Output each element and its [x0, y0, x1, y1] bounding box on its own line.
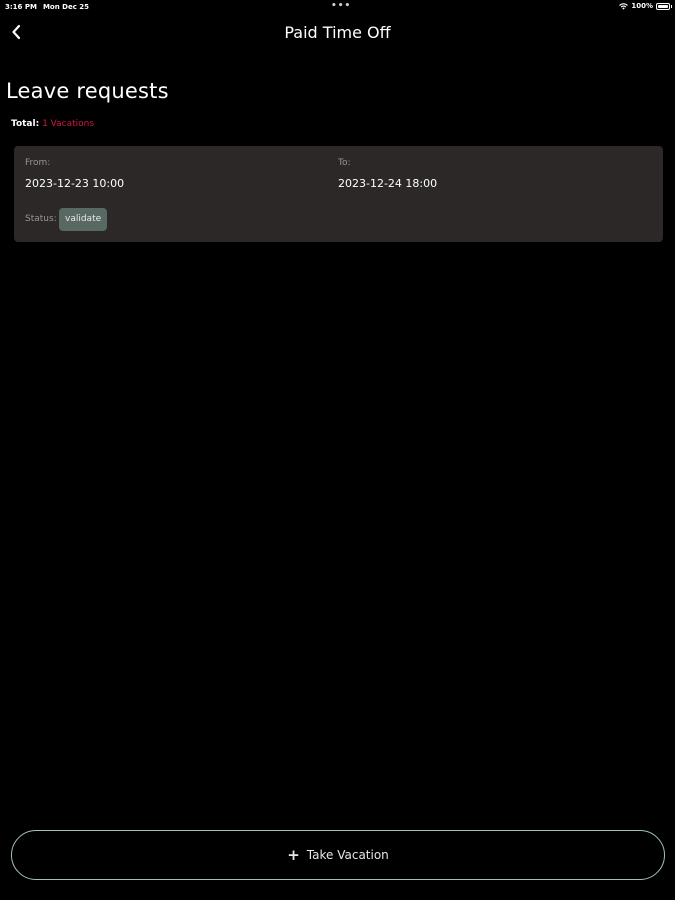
battery-percent: 100% — [631, 2, 653, 10]
total-label: Total: — [11, 119, 40, 129]
take-vacation-label: Take Vacation — [306, 848, 389, 862]
plus-icon: + — [287, 845, 300, 864]
nav-bar: Paid Time Off — [0, 14, 675, 52]
page-title: Leave requests — [6, 79, 169, 103]
status-badge: validate — [59, 208, 108, 231]
status-bar: 3:16 PM Mon Dec 25 ••• 100% — [0, 0, 675, 14]
wifi-icon — [619, 2, 629, 10]
to-label: To: — [338, 158, 351, 168]
from-label: From: — [25, 158, 51, 168]
to-value: 2023-12-24 18:00 — [338, 177, 438, 190]
multitasking-dots[interactable]: ••• — [331, 1, 351, 11]
total-value: 1 Vacations — [42, 119, 95, 129]
battery-icon — [656, 2, 672, 10]
total-line: Total: 1 Vacations — [11, 119, 94, 129]
leave-request-card[interactable]: From: 2023-12-23 10:00 To: 2023-12-24 18… — [14, 146, 663, 242]
status-date: Mon Dec 25 — [42, 3, 90, 11]
nav-title: Paid Time Off — [284, 23, 391, 42]
status-right: 100% — [619, 2, 672, 10]
status-left: 3:16 PM Mon Dec 25 — [5, 3, 89, 11]
take-vacation-button[interactable]: + Take Vacation — [11, 830, 665, 880]
from-value: 2023-12-23 10:00 — [25, 177, 125, 190]
status-label: Status: — [25, 214, 57, 224]
status-time: 3:16 PM — [5, 3, 37, 11]
